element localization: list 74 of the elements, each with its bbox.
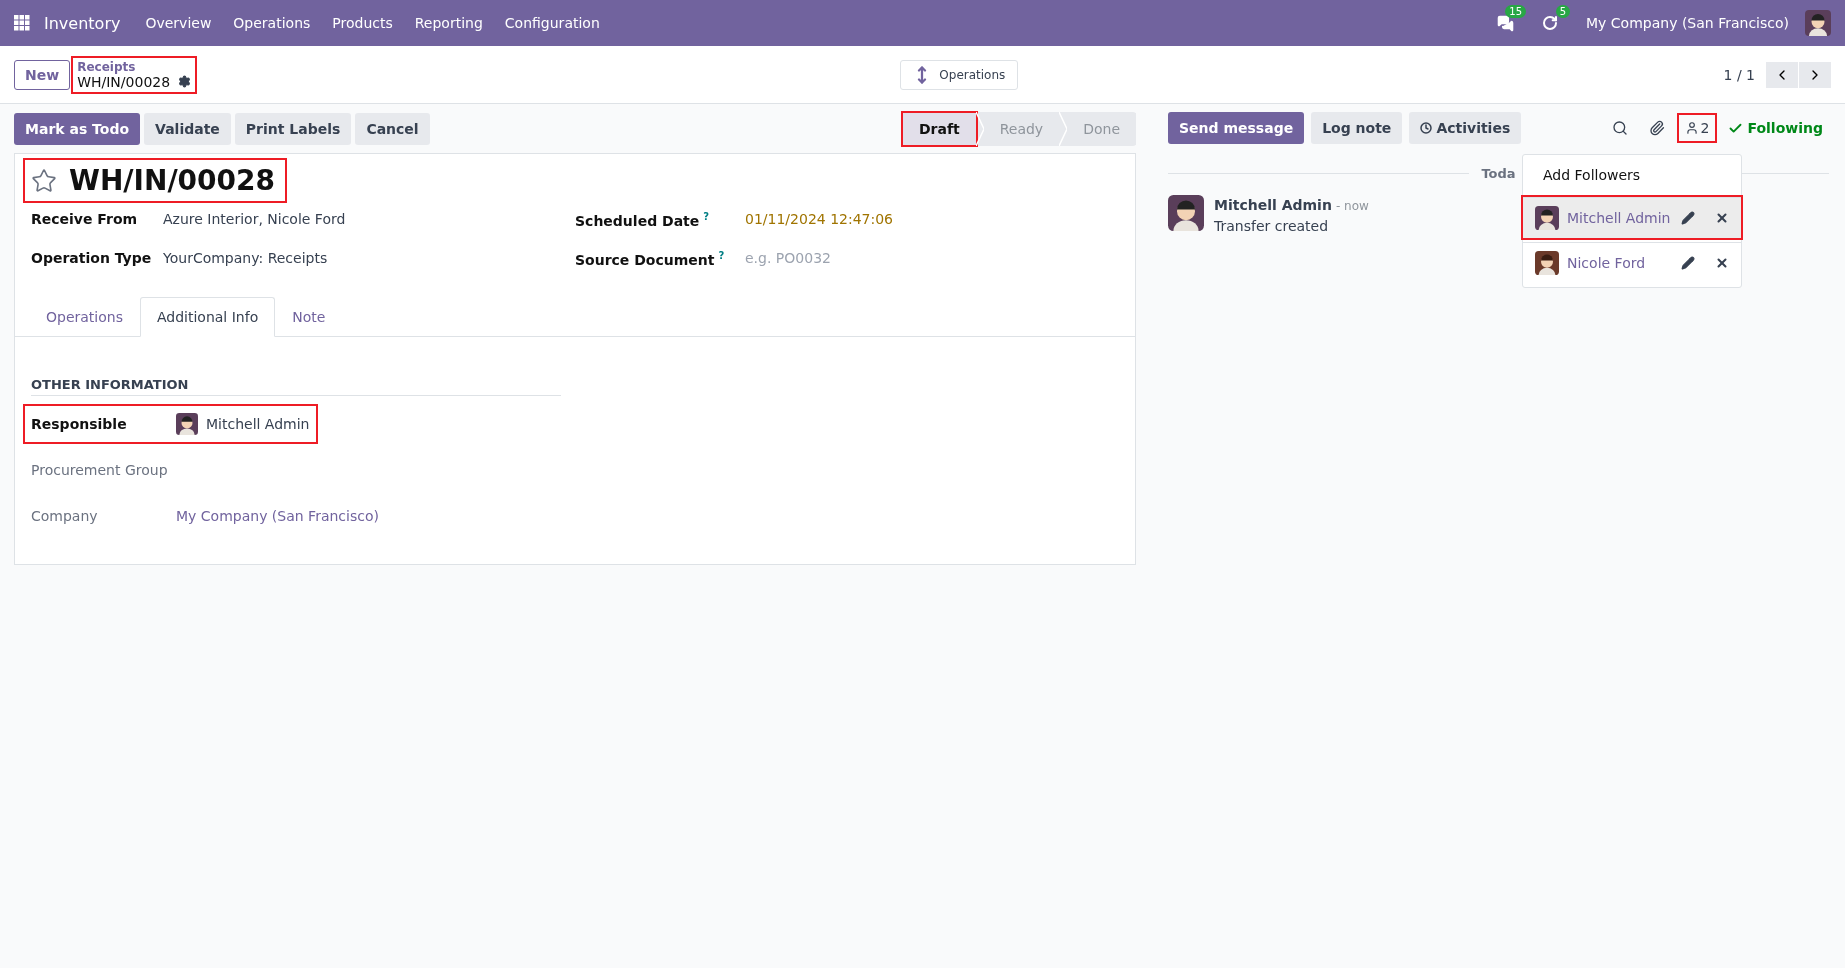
count-badge: 15 [1505,4,1527,18]
message-body: Transfer created [1214,218,1330,234]
company-name[interactable]: My Company (San Francisco) [1586,15,1789,31]
form-tab[interactable]: Operations [29,297,140,337]
message-author: Mitchell Admin [1214,197,1332,213]
operations-button[interactable]: Operations [900,59,1019,90]
menu-item[interactable]: Operations [224,15,320,31]
form-tab[interactable]: Note [275,297,343,337]
follower-row[interactable]: Mitchell Admin [1523,197,1741,238]
remove-icon[interactable] [1715,211,1729,225]
field-label: Company [31,508,99,524]
apps-icon[interactable] [14,15,30,31]
help-mark[interactable]: ? [718,250,725,261]
avatar [1535,251,1559,275]
add-followers-item[interactable]: Add Followers [1523,155,1741,193]
star-icon[interactable] [31,167,57,194]
breadcrumb-link[interactable]: Receipts [77,59,192,74]
chatter-button[interactable]: Log note [1311,112,1403,144]
remove-icon[interactable] [1715,256,1729,270]
follower-name[interactable]: Mitchell Admin [1567,210,1673,226]
stage-separator-icon [975,112,984,146]
action-button[interactable]: Mark as Todo [14,113,141,145]
action-button[interactable]: Cancel [355,113,430,145]
field-value[interactable]: Azure Interior, Nicole Ford [163,211,575,227]
field-value[interactable]: YourCompany: Receipts [163,250,575,266]
follower-name[interactable]: Nicole Ford [1567,255,1673,271]
menu-item[interactable]: Reporting [405,15,492,31]
chatter-button[interactable]: Activities [1409,112,1522,144]
record-name: WH/IN/00028 [77,73,171,90]
avatar [1535,206,1559,230]
menu-item[interactable]: Products [323,15,402,31]
field-label: Responsible [31,416,128,432]
clock-icon [1420,122,1433,134]
following-button[interactable]: Following [1722,119,1829,137]
settings-icon[interactable] [178,75,192,88]
field-label: Procurement Group [31,462,169,478]
followers-button[interactable]: 2 [1678,115,1716,141]
edit-icon[interactable] [1681,256,1695,270]
paperclip-icon [1648,120,1665,136]
messages-icon[interactable] [1497,14,1515,32]
field-label: Operation Type [31,250,153,266]
avatar [1168,195,1204,231]
pager: 1 / 1 [1723,66,1755,83]
person-icon [1684,121,1699,135]
record-title: WH/IN/00028 [69,164,276,197]
search-icon [1611,120,1628,136]
avatar [176,413,198,435]
field-label: Receive From [31,211,139,227]
field-label: Source Document $^{?}$ [575,250,726,268]
company-link[interactable]: My Company (San Francisco) [176,508,379,524]
menu-item[interactable]: Configuration [495,15,609,31]
chatter-button[interactable]: Send message [1168,112,1305,144]
date-value[interactable]: 01/11/2024 12:47:06 [745,211,1119,227]
field-label: Scheduled Date $^{?}$ [575,211,711,229]
date-divider: Toda [1481,166,1516,181]
form-tab[interactable]: Additional Info [139,297,276,337]
next-button[interactable] [1799,61,1831,88]
section-heading: OTHER INFORMATION [31,377,561,396]
stage-separator-icon [1059,112,1068,146]
edit-icon[interactable] [1681,211,1695,225]
avatar [1805,10,1831,36]
action-button[interactable]: Validate [144,113,231,145]
follower-row[interactable]: Nicole Ford [1523,242,1741,283]
previous-button[interactable] [1766,61,1798,88]
activity-icon[interactable] [1542,15,1559,31]
count-badge: 5 [1555,5,1571,18]
message-time: - now [1335,199,1369,213]
user-value[interactable]: Mitchell Admin [176,413,310,435]
menu-item[interactable]: Overview [136,15,221,31]
stage-tab[interactable]: Draft [902,113,976,145]
new-button[interactable]: New [14,59,71,90]
help-mark[interactable]: ? [703,211,710,222]
action-button[interactable]: Print Labels [234,113,352,145]
app-name[interactable]: Inventory [34,13,133,33]
